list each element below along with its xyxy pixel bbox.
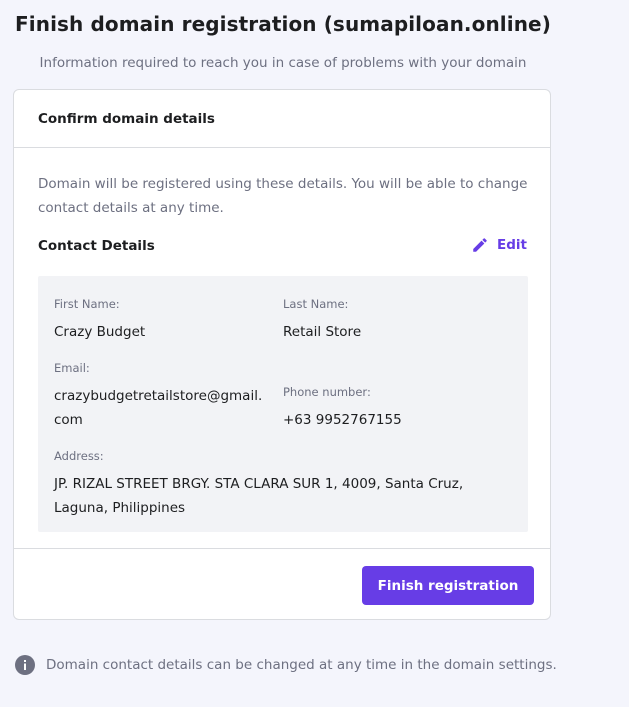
pencil-icon — [471, 236, 489, 254]
contact-details-panel: First Name: Crazy Budget Last Name: Reta… — [38, 276, 528, 532]
page-title: Finish domain registration (sumapiloan.o… — [15, 12, 551, 36]
footer-note: Domain contact details can be changed at… — [15, 655, 557, 675]
edit-label: Edit — [497, 237, 527, 253]
phone-value: +63 9952767155 — [283, 412, 402, 428]
finish-registration-page: Finish domain registration (sumapiloan.o… — [0, 0, 629, 707]
confirm-details-card: Confirm domain details Domain will be re… — [13, 89, 551, 620]
info-icon — [15, 655, 35, 675]
page-subtitle: Information required to reach you in cas… — [39, 55, 527, 71]
finish-registration-button[interactable]: Finish registration — [362, 566, 534, 605]
edit-contact-button[interactable]: Edit — [471, 236, 527, 254]
first-name-field: First Name: Crazy Budget — [54, 296, 145, 344]
first-name-value: Crazy Budget — [54, 324, 146, 340]
last-name-field: Last Name: Retail Store — [283, 296, 361, 344]
address-field: Address: JP. RIZAL STREET BRGY. STA CLAR… — [54, 448, 514, 520]
email-value: crazybudgetretailstore@gmail.com — [54, 388, 263, 428]
address-label: Address: — [54, 449, 104, 463]
card-footer-divider — [14, 548, 550, 549]
card-header: Confirm domain details — [14, 90, 550, 148]
contact-details-heading: Contact Details — [38, 238, 155, 254]
last-name-value: Retail Store — [283, 324, 362, 340]
phone-field: Phone number: +63 9952767155 — [283, 384, 402, 432]
email-field: Email: crazybudgetretailstore@gmail.com — [54, 360, 269, 432]
first-name-label: First Name: — [54, 297, 120, 311]
phone-label: Phone number: — [283, 385, 371, 399]
card-description: Domain will be registered using these de… — [38, 176, 528, 216]
last-name-label: Last Name: — [283, 297, 349, 311]
footer-note-text: Domain contact details can be changed at… — [46, 657, 557, 673]
email-label: Email: — [54, 361, 90, 375]
address-value: JP. RIZAL STREET BRGY. STA CLARA SUR 1, … — [54, 476, 464, 516]
